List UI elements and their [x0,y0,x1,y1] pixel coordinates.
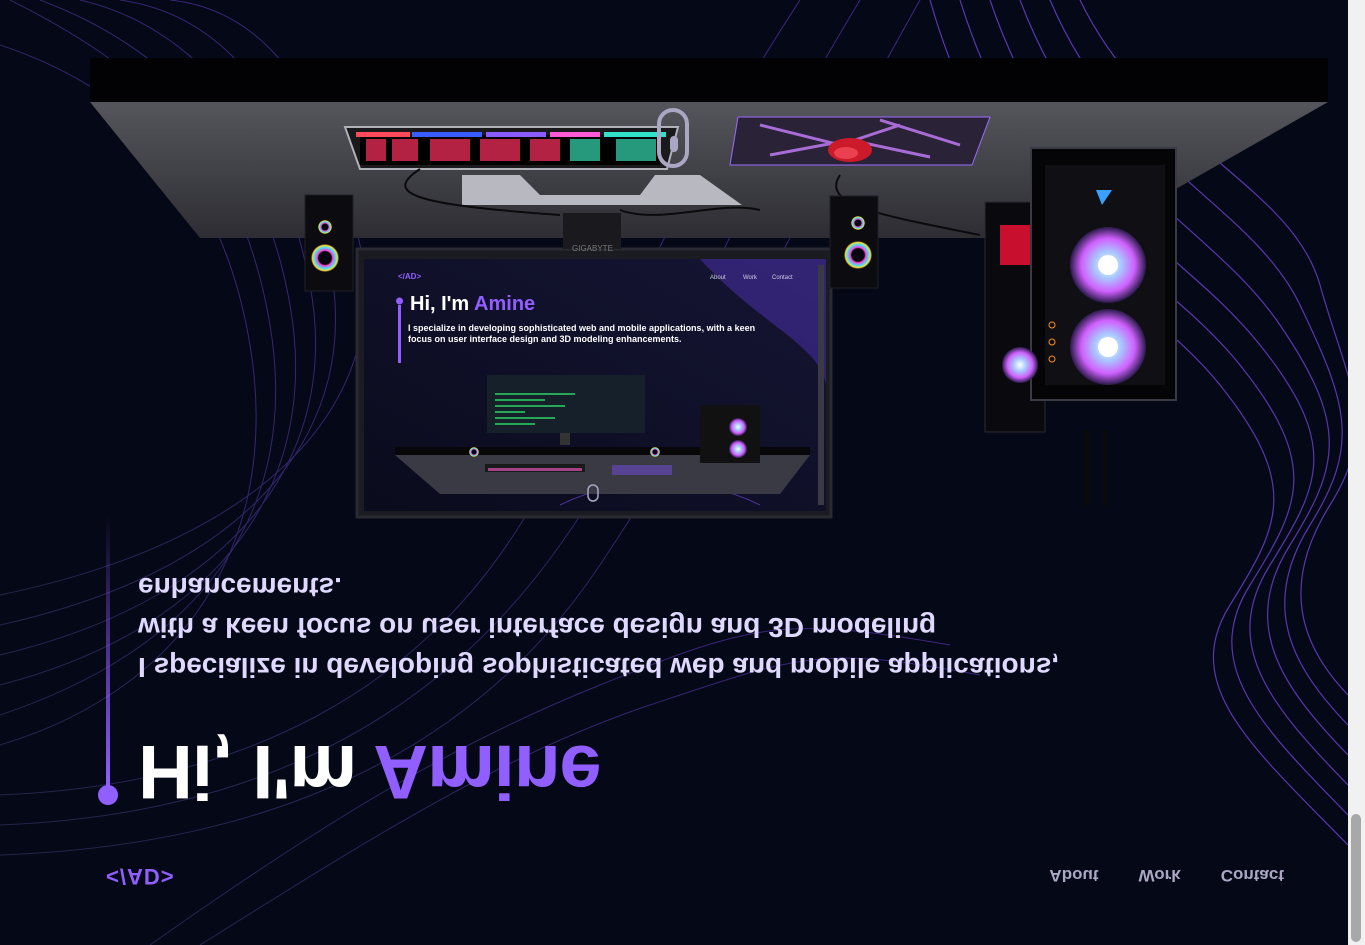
hero-title-name: Amine [373,729,601,814]
page-scrollbar-thumb[interactable] [1351,814,1361,942]
nav-link-about[interactable]: About [1049,865,1098,885]
site-logo[interactable]: </AD> [106,863,175,889]
speaker-left[interactable] [304,194,354,292]
monitor-mini-nav-work: Work [743,275,758,281]
hero-subtitle-line1: I specialize in developing sophisticated… [138,652,1060,683]
hero-accent-dot [98,785,118,805]
monitor-mini-logo: </AD> [398,272,421,281]
nav-link-contact[interactable]: Contact [1221,865,1284,885]
hero-subtitle: I specialize in developing sophisticated… [138,567,1218,687]
scroll-indicator[interactable] [657,108,689,168]
hero-subtitle-line2: with a keen focus on user interface desi… [138,612,937,643]
monitor-mini-nav-about: About [710,275,726,281]
mouse-scroll-icon [670,136,678,152]
navbar: </AD> About Work Contact [0,815,1348,945]
monitor-mini-title: Hi, I'm Amine [410,293,535,315]
keyboard-icon[interactable] [343,126,680,170]
monitor-brand-label: GIGABYTE [572,244,613,253]
hero-subtitle-line3: enhancements. [138,572,342,603]
page-scrollbar[interactable] [1348,0,1365,945]
pc-case-icon[interactable] [984,147,1177,505]
monitor-mini-nav-contact: Contact [772,275,793,281]
speaker-right[interactable] [829,195,879,289]
flipped-viewport: </AD> About Work Contact Hi, I'm Amine I… [0,0,1365,945]
hero-title: Hi, I'm Amine [138,729,601,814]
mouse-icon[interactable] [828,138,872,162]
nav-links: About Work Contact [1049,865,1284,885]
desk-setup-3d-canvas[interactable]: Hi, I'm Amine I specialize in developing… [0,0,1365,575]
monitor-mini-subtitle: I specialize in developing sophisticated… [408,323,756,344]
hero-title-prefix: Hi, I'm [138,729,374,814]
nav-link-work[interactable]: Work [1139,865,1181,885]
